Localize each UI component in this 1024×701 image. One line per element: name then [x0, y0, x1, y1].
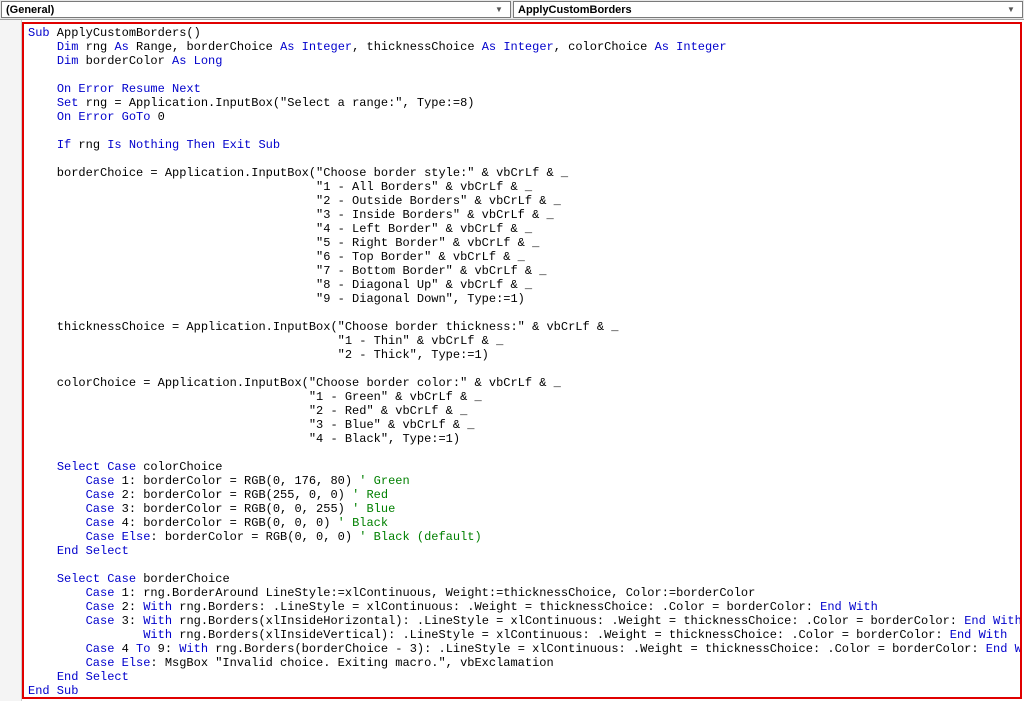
- code-line[interactable]: If rng Is Nothing Then Exit Sub: [28, 138, 1016, 152]
- code-line[interactable]: "4 - Black", Type:=1): [28, 432, 1016, 446]
- code-line[interactable]: Case Else: MsgBox "Invalid choice. Exiti…: [28, 656, 1016, 670]
- code-line[interactable]: "7 - Bottom Border" & vbCrLf & _: [28, 264, 1016, 278]
- code-line[interactable]: "4 - Left Border" & vbCrLf & _: [28, 222, 1016, 236]
- code-line[interactable]: colorChoice = Application.InputBox("Choo…: [28, 376, 1016, 390]
- code-line[interactable]: Case Else: borderColor = RGB(0, 0, 0) ' …: [28, 530, 1016, 544]
- code-line[interactable]: Case 3: borderColor = RGB(0, 0, 255) ' B…: [28, 502, 1016, 516]
- code-line[interactable]: "2 - Outside Borders" & vbCrLf & _: [28, 194, 1016, 208]
- code-line[interactable]: "2 - Thick", Type:=1): [28, 348, 1016, 362]
- code-line[interactable]: [28, 558, 1016, 572]
- code-line[interactable]: Case 4: borderColor = RGB(0, 0, 0) ' Bla…: [28, 516, 1016, 530]
- code-line[interactable]: "3 - Blue" & vbCrLf & _: [28, 418, 1016, 432]
- code-line[interactable]: "1 - Green" & vbCrLf & _: [28, 390, 1016, 404]
- code-line[interactable]: "1 - All Borders" & vbCrLf & _: [28, 180, 1016, 194]
- procedure-dropdown[interactable]: ApplyCustomBorders ▼: [513, 1, 1023, 18]
- editor-area: Sub ApplyCustomBorders() Dim rng As Rang…: [0, 20, 1024, 701]
- object-dropdown-value: (General): [6, 4, 492, 16]
- code-line[interactable]: borderChoice = Application.InputBox("Cho…: [28, 166, 1016, 180]
- chevron-down-icon: ▼: [1004, 5, 1018, 14]
- code-line[interactable]: On Error Resume Next: [28, 82, 1016, 96]
- object-dropdown[interactable]: (General) ▼: [1, 1, 511, 18]
- code-line[interactable]: "8 - Diagonal Up" & vbCrLf & _: [28, 278, 1016, 292]
- code-line[interactable]: End Select: [28, 544, 1016, 558]
- code-line[interactable]: [28, 68, 1016, 82]
- code-line[interactable]: [28, 446, 1016, 460]
- code-line[interactable]: [28, 124, 1016, 138]
- code-line[interactable]: "9 - Diagonal Down", Type:=1): [28, 292, 1016, 306]
- code-line[interactable]: Case 2: borderColor = RGB(255, 0, 0) ' R…: [28, 488, 1016, 502]
- code-line[interactable]: "5 - Right Border" & vbCrLf & _: [28, 236, 1016, 250]
- code-line[interactable]: "3 - Inside Borders" & vbCrLf & _: [28, 208, 1016, 222]
- code-line[interactable]: [28, 306, 1016, 320]
- code-line[interactable]: "1 - Thin" & vbCrLf & _: [28, 334, 1016, 348]
- code-line[interactable]: "6 - Top Border" & vbCrLf & _: [28, 250, 1016, 264]
- code-line[interactable]: Sub ApplyCustomBorders(): [28, 26, 1016, 40]
- code-line[interactable]: End Select: [28, 670, 1016, 684]
- code-line[interactable]: End Sub: [28, 684, 1016, 698]
- code-line[interactable]: Case 2: With rng.Borders: .LineStyle = x…: [28, 600, 1016, 614]
- code-line[interactable]: Case 3: With rng.Borders(xlInsideHorizon…: [28, 614, 1016, 628]
- code-line[interactable]: Dim borderColor As Long: [28, 54, 1016, 68]
- code-line[interactable]: "2 - Red" & vbCrLf & _: [28, 404, 1016, 418]
- code-line[interactable]: Case 1: rng.BorderAround LineStyle:=xlCo…: [28, 586, 1016, 600]
- margin-gutter[interactable]: [0, 20, 22, 701]
- code-line[interactable]: [28, 362, 1016, 376]
- code-line[interactable]: Select Case colorChoice: [28, 460, 1016, 474]
- code-line[interactable]: [28, 152, 1016, 166]
- code-editor[interactable]: Sub ApplyCustomBorders() Dim rng As Rang…: [22, 22, 1022, 699]
- code-line[interactable]: On Error GoTo 0: [28, 110, 1016, 124]
- code-line[interactable]: Dim rng As Range, borderChoice As Intege…: [28, 40, 1016, 54]
- code-line[interactable]: Select Case borderChoice: [28, 572, 1016, 586]
- chevron-down-icon: ▼: [492, 5, 506, 14]
- code-line[interactable]: With rng.Borders(xlInsideVertical): .Lin…: [28, 628, 1016, 642]
- object-procedure-bar: (General) ▼ ApplyCustomBorders ▼: [0, 0, 1024, 20]
- code-line[interactable]: Set rng = Application.InputBox("Select a…: [28, 96, 1016, 110]
- code-line[interactable]: Case 4 To 9: With rng.Borders(borderChoi…: [28, 642, 1016, 656]
- code-line[interactable]: Case 1: borderColor = RGB(0, 176, 80) ' …: [28, 474, 1016, 488]
- procedure-dropdown-value: ApplyCustomBorders: [518, 4, 1004, 16]
- code-line[interactable]: thicknessChoice = Application.InputBox("…: [28, 320, 1016, 334]
